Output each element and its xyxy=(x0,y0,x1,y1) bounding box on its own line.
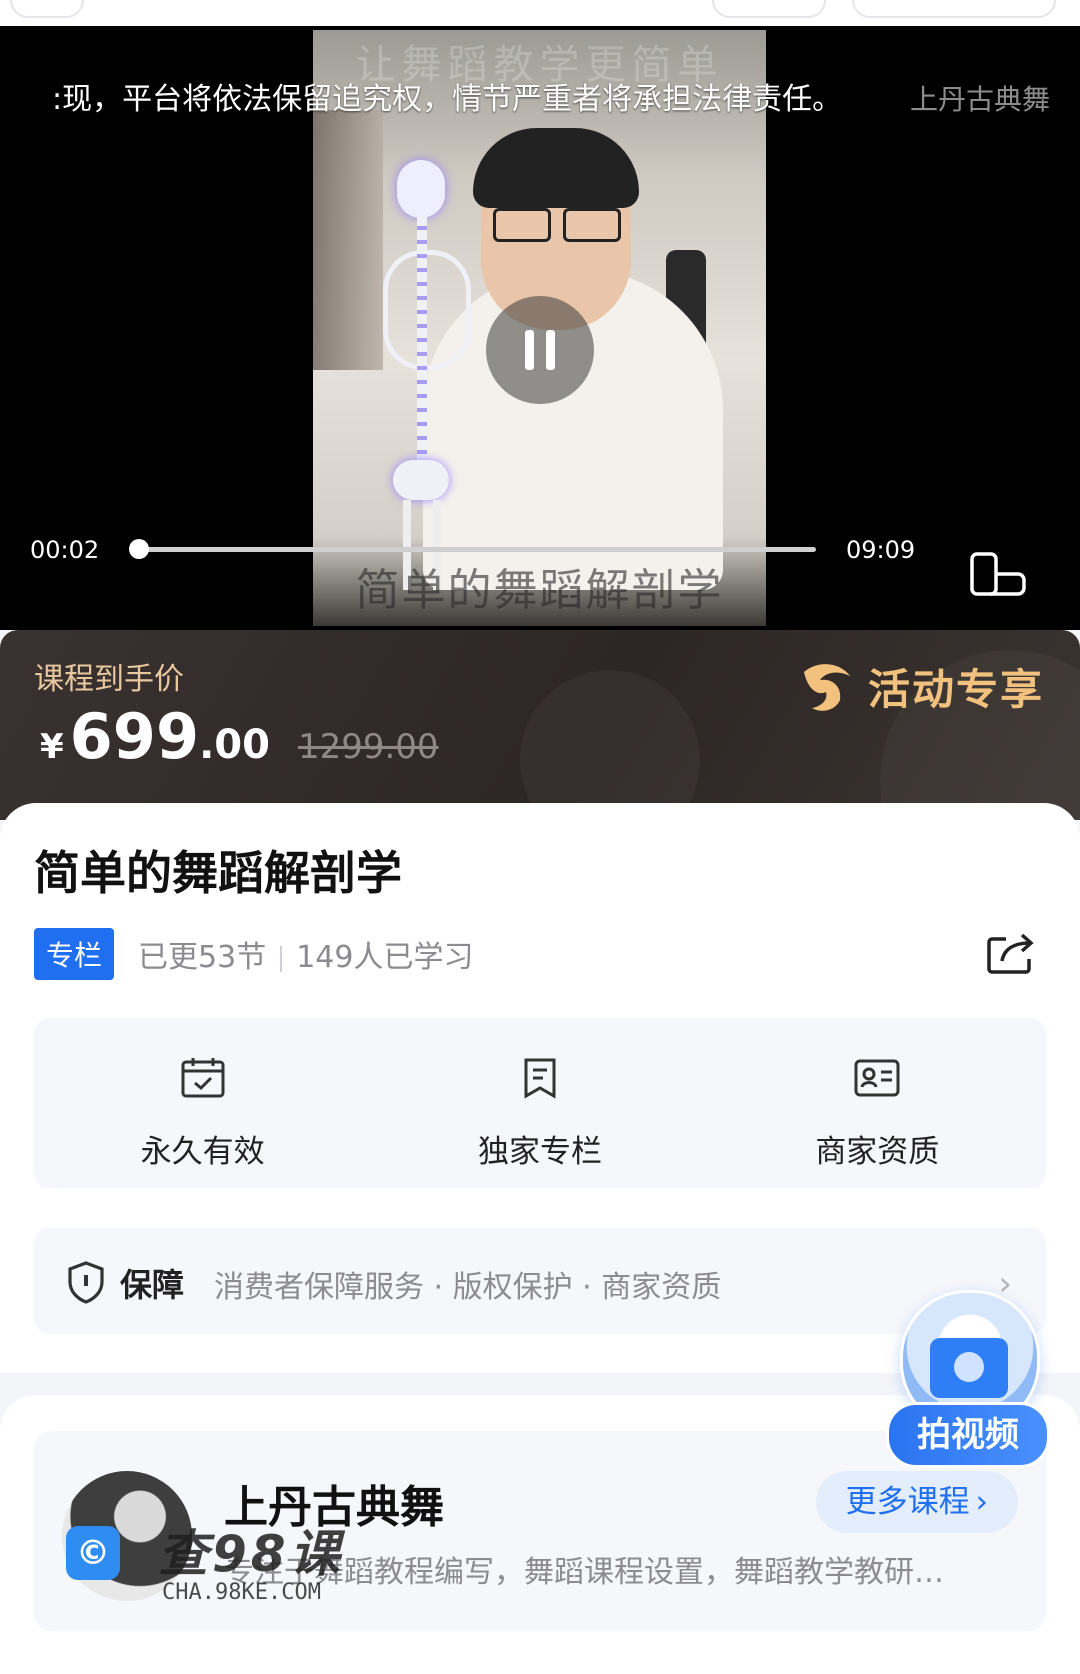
back-button[interactable] xyxy=(10,0,84,18)
frame-watermark-bottom: 简单的舞蹈解剖学 xyxy=(355,565,724,616)
duration: 09:09 xyxy=(846,536,916,564)
id-card-icon xyxy=(854,1059,900,1097)
camera-bag-icon xyxy=(930,1338,1008,1398)
bookshelf xyxy=(313,110,383,370)
chevron-right-icon: › xyxy=(975,1484,988,1520)
column-tag: 专栏 xyxy=(34,928,115,980)
meta-divider xyxy=(280,945,283,972)
video-player[interactable]: 让舞蹈教学更简单 简单的舞蹈解剖学 :现，平台将依法保留追究权，情节严重者将承担… xyxy=(0,26,1080,630)
pause-icon xyxy=(525,330,534,370)
course-title: 简单的舞蹈解剖学 xyxy=(34,846,402,900)
top-capsule-button[interactable] xyxy=(852,0,1056,18)
feature-label: 永久有效 xyxy=(140,1134,265,1170)
merchant-name: 上丹古典舞 xyxy=(224,1482,444,1533)
meta-text: 已更53节 149人已学习 xyxy=(138,932,473,976)
bookmark-icon xyxy=(524,1058,556,1099)
price-currency: ¥ xyxy=(40,727,64,767)
marquee-brand: 上丹古典舞 xyxy=(909,83,1050,116)
feature-label: 独家专栏 xyxy=(477,1134,602,1170)
skeleton-model xyxy=(375,160,471,590)
presenter-hair xyxy=(473,128,639,208)
course-meta: 专栏 已更53节 149人已学习 xyxy=(34,928,473,980)
promo-label: 活动专享 xyxy=(867,665,1044,714)
record-video-button[interactable]: 拍视频 xyxy=(886,1402,1050,1468)
feature-qualification[interactable]: 商家资质 xyxy=(709,1018,1046,1188)
record-video-widget[interactable]: 拍视频 xyxy=(886,1290,1050,1468)
merchant-description: 专注于舞蹈教程编写，舞蹈课程设置，舞蹈教学教研… xyxy=(224,1555,944,1590)
promo-badge: 活动专享 xyxy=(798,656,1044,717)
progress-bar[interactable] xyxy=(128,539,816,559)
price-label: 课程到手价 xyxy=(34,662,184,697)
share-icon[interactable] xyxy=(986,931,1036,975)
feature-label: 商家资质 xyxy=(815,1134,940,1170)
current-time: 00:02 xyxy=(30,536,100,564)
guarantee-title: 保障 xyxy=(120,1266,185,1304)
rotate-screen-icon[interactable] xyxy=(970,552,1028,598)
shield-icon xyxy=(68,1261,104,1304)
decor-circle xyxy=(520,670,700,820)
more-courses-label: 更多课程 xyxy=(845,1484,970,1520)
calendar-check-icon xyxy=(181,1058,225,1098)
feature-panel: 永久有效 独家专栏 商家资质 xyxy=(34,1018,1046,1188)
guarantee-items: 消费者保障服务 · 版权保护 · 商家资质 xyxy=(214,1270,722,1305)
feature-permanent[interactable]: 永久有效 xyxy=(34,1018,371,1188)
price-decimal: .00 xyxy=(199,722,270,768)
merchant-avatar[interactable] xyxy=(62,1471,192,1601)
price-integer: 699 xyxy=(69,700,200,773)
feature-exclusive[interactable]: 独家专栏 xyxy=(371,1018,708,1188)
top-bar xyxy=(0,0,1080,26)
copyright-marquee: :现，平台将依法保留追究权，情节严重者将承担法律责任。 xyxy=(52,82,843,117)
pause-icon-bar xyxy=(546,330,555,370)
eagle-logo-icon xyxy=(803,663,850,711)
top-action-button[interactable] xyxy=(712,0,826,18)
price-band: 课程到手价 ¥ 699.00 1299.00 活动专享 xyxy=(0,630,1080,820)
progress-knob[interactable] xyxy=(128,539,149,559)
price-row: ¥ 699.00 1299.00 xyxy=(40,700,439,773)
pause-button[interactable] xyxy=(486,296,594,404)
course-card: 简单的舞蹈解剖学 专栏 已更53节 149人已学习 永久有效 独家专栏 商家资质… xyxy=(0,803,1080,1373)
presenter-glasses xyxy=(493,208,621,242)
more-courses-button[interactable]: 更多课程 › xyxy=(815,1471,1018,1533)
updated-count: 已更53节 xyxy=(138,940,267,975)
original-price: 1299.00 xyxy=(297,727,439,767)
learner-count: 149人已学习 xyxy=(296,940,474,975)
price-value: 699.00 xyxy=(70,700,270,773)
